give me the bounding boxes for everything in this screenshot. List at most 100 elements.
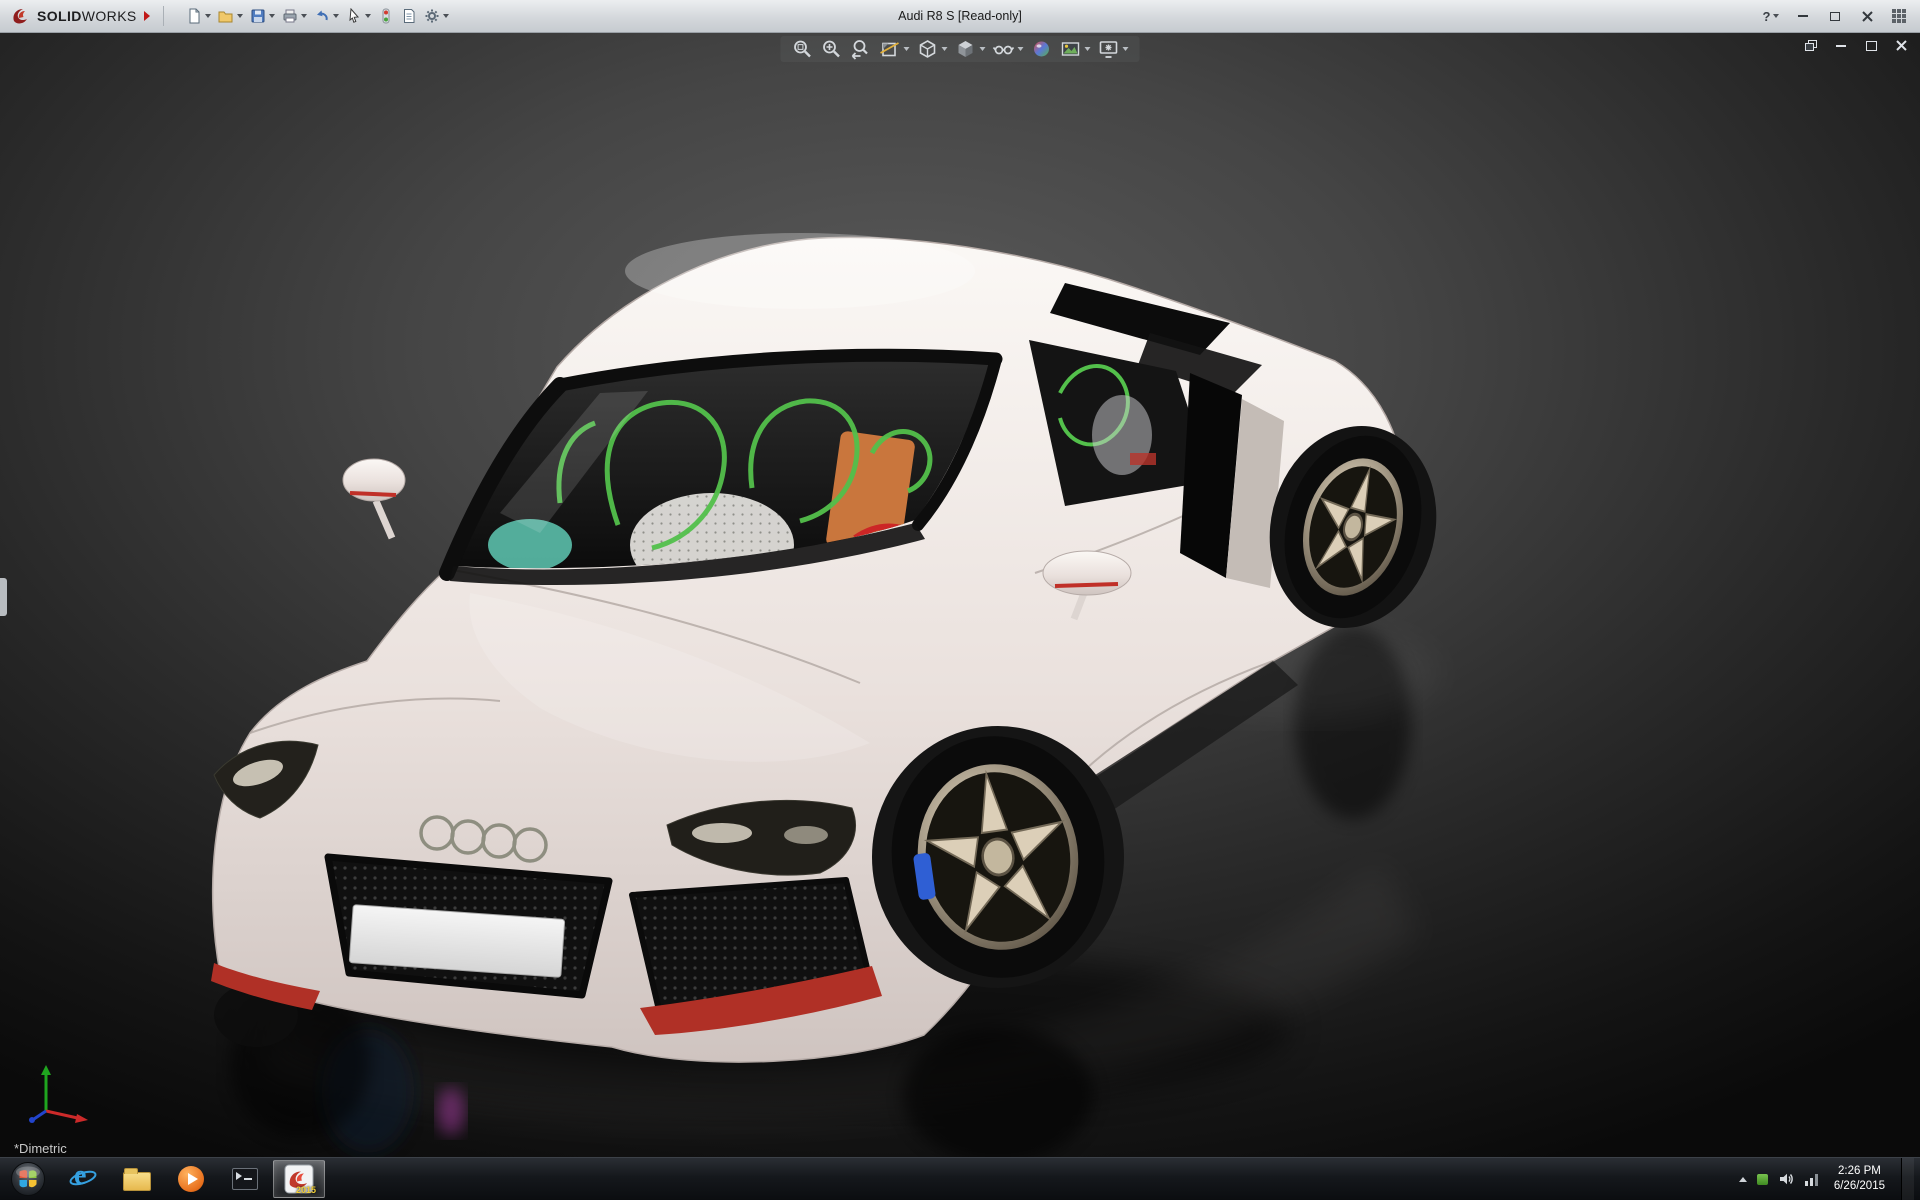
display-style-button[interactable] [954,38,987,60]
file-properties-icon [401,8,417,24]
print-icon [282,8,298,24]
chevron-down-icon [1773,14,1779,18]
window-title: Audi R8 S [Read-only] [898,9,1022,23]
chevron-down-icon [237,14,243,18]
taskbar-item-file-explorer[interactable] [111,1160,163,1198]
internet-explorer-icon: e [68,1164,98,1194]
chevron-down-icon [333,14,339,18]
panel-collapse-handle[interactable] [0,578,7,616]
help-button[interactable]: ? [1758,6,1784,26]
network-icon[interactable] [1804,1171,1820,1187]
show-hidden-icons-button[interactable] [1739,1177,1747,1182]
view-orientation-cube-icon [917,38,939,60]
volume-icon[interactable] [1778,1171,1794,1187]
solidworks-brand[interactable]: SOLIDWORKS [0,0,158,32]
tray-app-icon[interactable] [1757,1174,1768,1185]
minimize-document-button[interactable] [1832,38,1850,53]
hide-show-items-button[interactable] [992,38,1025,60]
chevron-down-icon [269,14,275,18]
graphics-area[interactable]: *Dimetric [0,33,1920,1157]
edit-appearance-button[interactable] [1030,38,1054,60]
minimize-icon [1798,15,1808,17]
solidworks-year-badge: 2015 [296,1185,316,1195]
save-icon [250,8,266,24]
minimize-button[interactable] [1790,6,1816,26]
scene-icon [1060,38,1082,60]
task-pane-button[interactable] [1886,6,1912,26]
glasses-icon [993,38,1015,60]
chevron-down-icon [1085,47,1091,51]
section-view-icon [879,38,901,60]
taskbar-item-command-prompt[interactable] [219,1160,271,1198]
maximize-document-button[interactable] [1862,38,1880,53]
roof-sheen [625,233,975,309]
system-tray: 2:26 PM 6/26/2015 [1729,1158,1920,1200]
chevron-down-icon [205,14,211,18]
solidworks-app-icon: 2015 [284,1164,314,1194]
close-button[interactable] [1854,6,1880,26]
view-settings-button[interactable] [1097,38,1130,60]
maximize-button[interactable] [1822,6,1848,26]
taskbar-clock[interactable]: 2:26 PM 6/26/2015 [1830,1164,1889,1194]
task-pane-icon [1892,9,1906,23]
restore-icon [1805,40,1817,51]
brand-expand-icon[interactable] [144,11,150,21]
apply-scene-button[interactable] [1059,38,1092,60]
open-document-button[interactable] [215,3,246,29]
model-canvas[interactable] [0,33,1920,1157]
display-style-icon [955,38,977,60]
clock-date: 6/26/2015 [1834,1179,1885,1194]
zoom-to-area-button[interactable] [820,38,844,60]
open-folder-icon [218,8,234,24]
previous-view-button[interactable] [849,38,873,60]
restore-document-button[interactable] [1802,38,1820,53]
view-settings-icon [1098,38,1120,60]
previous-view-icon [850,38,872,60]
chevron-down-icon [980,47,986,51]
taskbar-item-solidworks-2015[interactable]: 2015 [273,1160,325,1198]
maximize-icon [1866,41,1877,51]
zoom-to-fit-icon [792,38,814,60]
undo-icon [314,8,330,24]
file-properties-button[interactable] [398,3,420,29]
zoom-to-area-icon [821,38,843,60]
taskbar: e 2015 2:26 PM 6/26/2015 [0,1157,1920,1200]
chevron-down-icon [904,47,910,51]
chevron-down-icon [1018,47,1024,51]
rebuild-button[interactable] [375,3,397,29]
maximize-icon [1830,12,1840,21]
zoom-to-fit-button[interactable] [791,38,815,60]
chevron-down-icon [942,47,948,51]
clock-time: 2:26 PM [1834,1164,1885,1179]
chevron-down-icon [1123,47,1129,51]
rebuild-icon [378,8,394,24]
show-desktop-button[interactable] [1901,1158,1914,1200]
heads-up-view-toolbar [781,36,1140,62]
select-button[interactable] [343,3,374,29]
chevron-down-icon [301,14,307,18]
minimize-icon [1836,45,1846,47]
section-view-button[interactable] [878,38,911,60]
taskbar-item-internet-explorer[interactable]: e [57,1160,109,1198]
close-document-button[interactable] [1892,38,1910,53]
close-icon [1896,40,1907,51]
chevron-down-icon [365,14,371,18]
taskbar-item-media-player[interactable] [165,1160,217,1198]
undo-button[interactable] [311,3,342,29]
titlebar: SOLIDWORKS [0,0,1920,33]
view-orientation-button[interactable] [916,38,949,60]
options-gear-icon [424,8,440,24]
save-button[interactable] [247,3,278,29]
solidworks-logo-icon [10,5,32,27]
orientation-triad [24,1059,94,1123]
folder-icon [123,1172,151,1191]
options-button[interactable] [421,3,452,29]
select-cursor-icon [346,8,362,24]
command-prompt-icon [232,1168,258,1190]
start-button[interactable] [0,1158,56,1200]
document-window-controls [1802,38,1910,53]
divider [163,6,164,26]
new-document-button[interactable] [183,3,214,29]
window-controls: ? [1758,6,1920,26]
print-button[interactable] [279,3,310,29]
